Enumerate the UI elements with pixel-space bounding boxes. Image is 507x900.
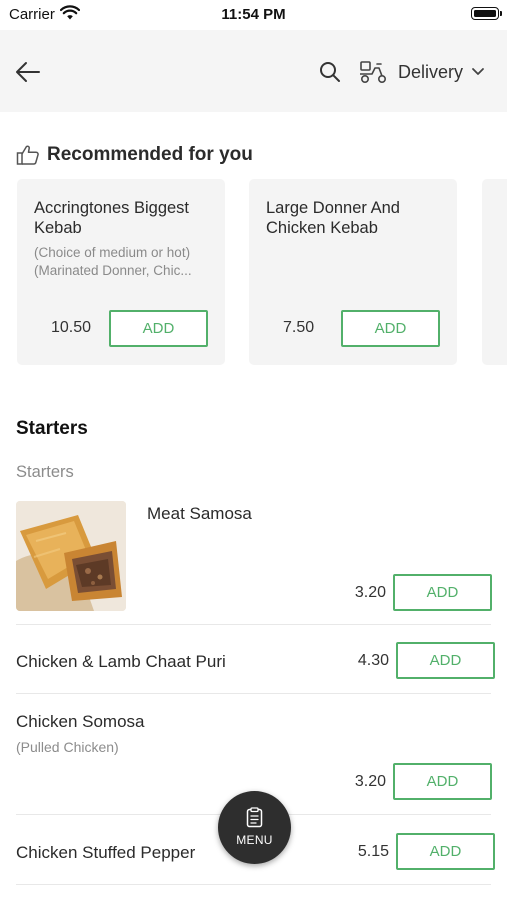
divider [16, 624, 491, 625]
header-bar: Delivery [0, 30, 507, 112]
recommended-header: Recommended for you [16, 143, 253, 167]
recommended-card-description: (Choice of medium or hot) (Marinated Don… [34, 245, 192, 278]
menu-fab-label: MENU [236, 833, 273, 847]
chevron-down-icon [472, 68, 484, 75]
status-bar: Carrier 11:54 PM [0, 0, 507, 30]
item-name: Chicken & Lamb Chaat Puri [16, 652, 226, 671]
search-button[interactable] [318, 60, 342, 84]
item-name: Meat Samosa [147, 504, 252, 523]
back-button[interactable] [12, 56, 44, 88]
item-name: Chicken Stuffed Pepper [16, 843, 196, 862]
recommended-card-next-peek[interactable] [482, 179, 507, 365]
recommended-card-name: Accringtones Biggest Kebab [34, 199, 190, 237]
thumbs-up-icon [16, 145, 39, 165]
add-button[interactable]: ADD [341, 310, 440, 347]
divider [16, 693, 491, 694]
item-price: 5.15 [357, 843, 389, 860]
subsection-title: Starters [16, 463, 74, 481]
add-button[interactable]: ADD [393, 574, 492, 611]
delivery-mode-selector[interactable]: Delivery [358, 56, 485, 88]
add-button[interactable]: ADD [393, 763, 492, 800]
recommended-card[interactable]: Accringtones Biggest Kebab (Choice of me… [17, 179, 225, 365]
add-button[interactable]: ADD [396, 833, 495, 870]
item-price: 4.30 [357, 652, 389, 669]
add-button[interactable]: ADD [109, 310, 208, 347]
recommended-card[interactable]: Large Donner And Chicken Kebab 7.50 ADD [249, 179, 457, 365]
item-name: Chicken Somosa [16, 712, 145, 731]
item-price: 3.20 [354, 584, 386, 601]
add-button[interactable]: ADD [396, 642, 495, 679]
menu-fab-button[interactable]: MENU [218, 791, 291, 864]
delivery-label: Delivery [398, 61, 464, 82]
item-description: (Pulled Chicken) [16, 739, 119, 755]
recommended-card-price: 10.50 [51, 319, 92, 336]
clock: 11:54 PM [221, 6, 286, 23]
scooter-icon [360, 61, 386, 83]
battery-icon [471, 7, 502, 20]
search-icon [320, 62, 340, 82]
item-image-samosa[interactable] [16, 501, 126, 611]
recommended-card-price: 7.50 [283, 319, 315, 336]
recommended-title: Recommended for you [47, 144, 253, 165]
recommended-card-name: Large Donner And Chicken Kebab [266, 199, 400, 237]
back-arrow-icon [16, 62, 40, 82]
divider [16, 884, 491, 885]
menu-clipboard-icon [246, 807, 263, 828]
section-title: Starters [16, 418, 88, 439]
item-price: 3.20 [354, 773, 386, 790]
